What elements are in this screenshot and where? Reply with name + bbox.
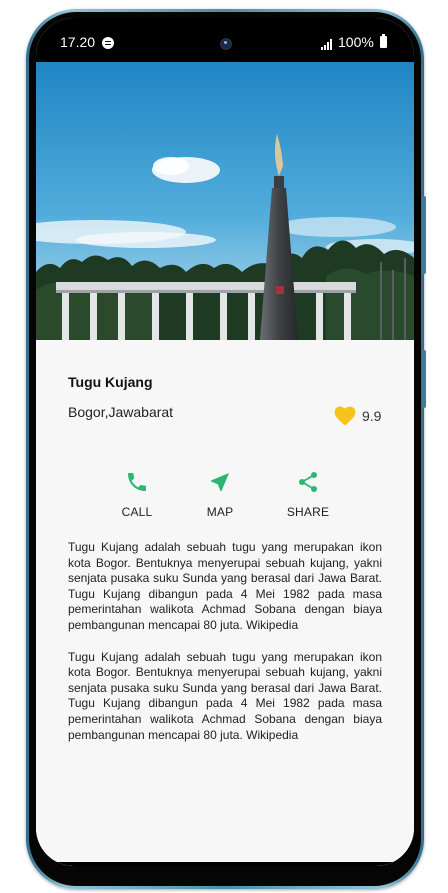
volume-button [422, 196, 426, 274]
map-button[interactable]: MAP [185, 470, 255, 519]
spotify-icon [102, 37, 114, 49]
power-button [422, 350, 426, 408]
front-camera [220, 38, 232, 50]
share-icon [299, 472, 317, 492]
battery-icon [380, 34, 387, 48]
action-row: CALL MAP SHARE [36, 470, 414, 530]
hero-image [36, 62, 414, 340]
heart-icon [334, 406, 356, 426]
place-title: Tugu Kujang [68, 374, 153, 390]
call-label: CALL [121, 505, 153, 519]
monument-photo [36, 62, 414, 340]
call-button[interactable]: CALL [102, 470, 172, 519]
battery-percent: 100% [338, 34, 374, 50]
detail-panel: Tugu Kujang Bogor,Jawabarat 9.9 CALL MAP [36, 340, 414, 866]
status-time: 17.20 [60, 34, 96, 50]
phone-icon [128, 473, 146, 491]
share-label: SHARE [286, 505, 330, 519]
description-paragraph: Tugu Kujang adalah sebuah tugu yang meru… [68, 540, 382, 632]
map-label: MAP [206, 505, 234, 519]
bottom-edge [36, 862, 414, 866]
navigation-icon [211, 473, 229, 491]
rating[interactable]: 9.9 [334, 406, 381, 426]
status-bar: 17.20 100% [36, 18, 414, 62]
place-location: Bogor,Jawabarat [68, 404, 174, 420]
share-button[interactable]: SHARE [273, 470, 343, 519]
description: Tugu Kujang adalah sebuah tugu yang meru… [68, 540, 382, 759]
description-paragraph: Tugu Kujang adalah sebuah tugu yang meru… [68, 649, 382, 742]
signal-icon [321, 38, 335, 50]
rating-value: 9.9 [362, 408, 382, 424]
screen: 17.20 100% Tugu Kujang Bogor,Jawabarat 9… [36, 18, 414, 866]
